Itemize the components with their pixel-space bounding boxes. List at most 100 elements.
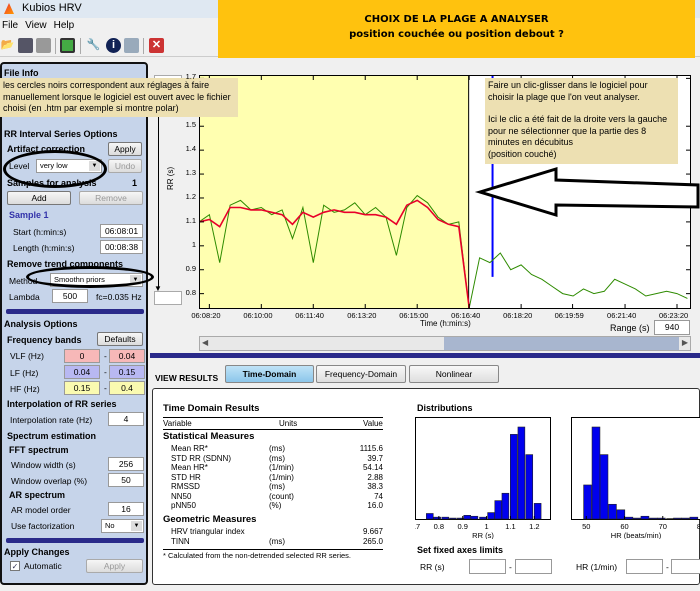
fixed-axes-heading: Set fixed axes limits [417,545,504,555]
apply-changes-button[interactable]: Apply [86,559,143,573]
settings-icon[interactable]: 🔧 [86,38,101,53]
row-value: 38.3 [367,482,383,491]
file-info-heading: File Info [4,68,39,78]
x-tick-label: 06:19:59 [554,311,584,320]
histogram-bar [433,516,441,520]
callout-text-1: Faire un clic-glisser dans le logiciel p… [488,80,648,102]
lf-max-input[interactable]: 0.15 [109,365,145,379]
defaults-button[interactable]: Defaults [97,332,143,346]
histogram-bar [449,517,457,520]
row-variable: TINN [171,536,190,546]
save-icon[interactable] [18,38,33,53]
callout-text-3: (position couché) [488,148,557,159]
ar-order-input[interactable]: 16 [108,502,144,516]
histogram-bar [501,492,510,520]
interp-input[interactable]: 4 [108,412,144,426]
vlf-label: VLF (Hz) [10,351,44,361]
range-input[interactable]: 940 [654,320,690,335]
bookmark-icon[interactable] [124,38,139,53]
row-units: (ms) [269,444,285,453]
highlight-ellipse-method [26,266,154,288]
y-tick-label: 1.3 [185,168,196,178]
histogram-bar [681,517,690,520]
histogram-bar [599,454,609,520]
left-arrow-annotation [474,166,700,218]
close-icon[interactable]: ✕ [149,38,164,53]
col-value: Value [363,419,383,428]
menu-file[interactable]: File [0,18,23,31]
matlab-icon [4,3,14,14]
tab-frequency-domain[interactable]: Frequency-Domain [316,365,406,383]
banner-line-1: CHOIX DE LA PLAGE A ANALYSER [364,14,549,25]
menu-view[interactable]: View [23,18,52,31]
scroll-right-icon[interactable]: ▶ [682,338,688,347]
row-value: 74 [374,491,383,501]
remove-sample-button[interactable]: Remove [79,191,143,205]
row-units: (1/min) [269,463,294,472]
hf-min-input[interactable]: 0.15 [64,381,100,395]
range-label: Range (s) [610,323,650,333]
window-title: Kubios HRV [22,2,82,14]
row-variable: RMSSD [171,482,200,491]
length-input[interactable]: 00:08:38 [100,240,143,254]
footnote: * Calculated from the non-detrended sele… [163,551,352,560]
col-units: Units [279,419,298,428]
open-icon[interactable]: 📂 [0,38,15,53]
info-icon[interactable]: i [106,38,121,53]
vlf-min-input[interactable]: 0 [64,349,100,363]
callout-text-2: Ici le clic a été fait de la droite vers… [488,114,668,147]
divider [150,353,700,358]
x-axis-label: RR (s) [472,531,494,539]
scrollbar-thumb[interactable] [444,337,679,350]
automatic-checkbox[interactable]: ✓ [10,561,20,571]
add-sample-button[interactable]: Add [7,191,71,205]
y-tick-label: 0.8 [185,287,196,297]
ymin-input[interactable] [154,291,182,305]
row-value: 54.14 [362,463,383,472]
hr-min-input[interactable] [626,559,663,574]
cutoff-frequency: fc=0.035 Hz [96,292,142,302]
menu-help[interactable]: Help [52,18,80,31]
scroll-left-icon[interactable]: ◀ [202,338,208,347]
rr-min-input[interactable] [469,559,506,574]
x-tick-label: 60 [620,522,628,531]
time-domain-title: Time Domain Results [163,403,260,414]
vlf-max-input[interactable]: 0.04 [109,349,145,363]
y-tick-label: 1 [191,239,196,249]
histogram-bar [632,517,642,520]
print-icon[interactable] [36,38,51,53]
rr-limits-label: RR (s) [420,562,445,572]
histogram-bar [624,516,634,520]
window-overlap-input[interactable]: 50 [108,473,144,487]
report-icon[interactable] [60,38,75,53]
row-value: 2.88 [367,472,383,482]
lambda-input[interactable]: 500 [52,289,88,303]
fft-heading: FFT spectrum [9,445,69,455]
window-width-input[interactable]: 256 [108,457,144,471]
automatic-label: Automatic [24,561,62,571]
y-tick-label: 1.1 [185,215,196,225]
row-variable: Mean RR* [171,444,208,453]
hf-max-input[interactable]: 0.4 [109,381,145,395]
window-width-label: Window width (s) [11,460,76,470]
undo-button[interactable]: Undo [108,159,142,173]
histogram-bar [525,454,534,520]
tab-time-domain[interactable]: Time-Domain [225,365,314,383]
chevron-down-icon: ▼ [131,521,142,531]
histogram-bar [657,517,666,520]
hr-max-input[interactable] [671,559,700,574]
time-scrollbar[interactable]: ◀ ▶ [199,336,691,351]
highlight-ellipse-level [3,150,107,188]
row-variable: HRV triangular index [171,527,245,536]
x-tick-label: 06:18:20 [503,311,533,320]
rr-options-heading: RR Interval Series Options [4,129,118,139]
rr-max-input[interactable] [515,559,552,574]
x-tick-label: 1 [484,522,488,531]
lf-min-input[interactable]: 0.04 [64,365,100,379]
factorization-value: No [105,521,115,530]
apply-artifact-button[interactable]: Apply [108,142,142,156]
tab-nonlinear[interactable]: Nonlinear [409,365,499,383]
factorization-select[interactable]: No ▼ [101,519,144,533]
start-input[interactable]: 06:08:01 [100,224,143,238]
selected-range [200,76,469,308]
